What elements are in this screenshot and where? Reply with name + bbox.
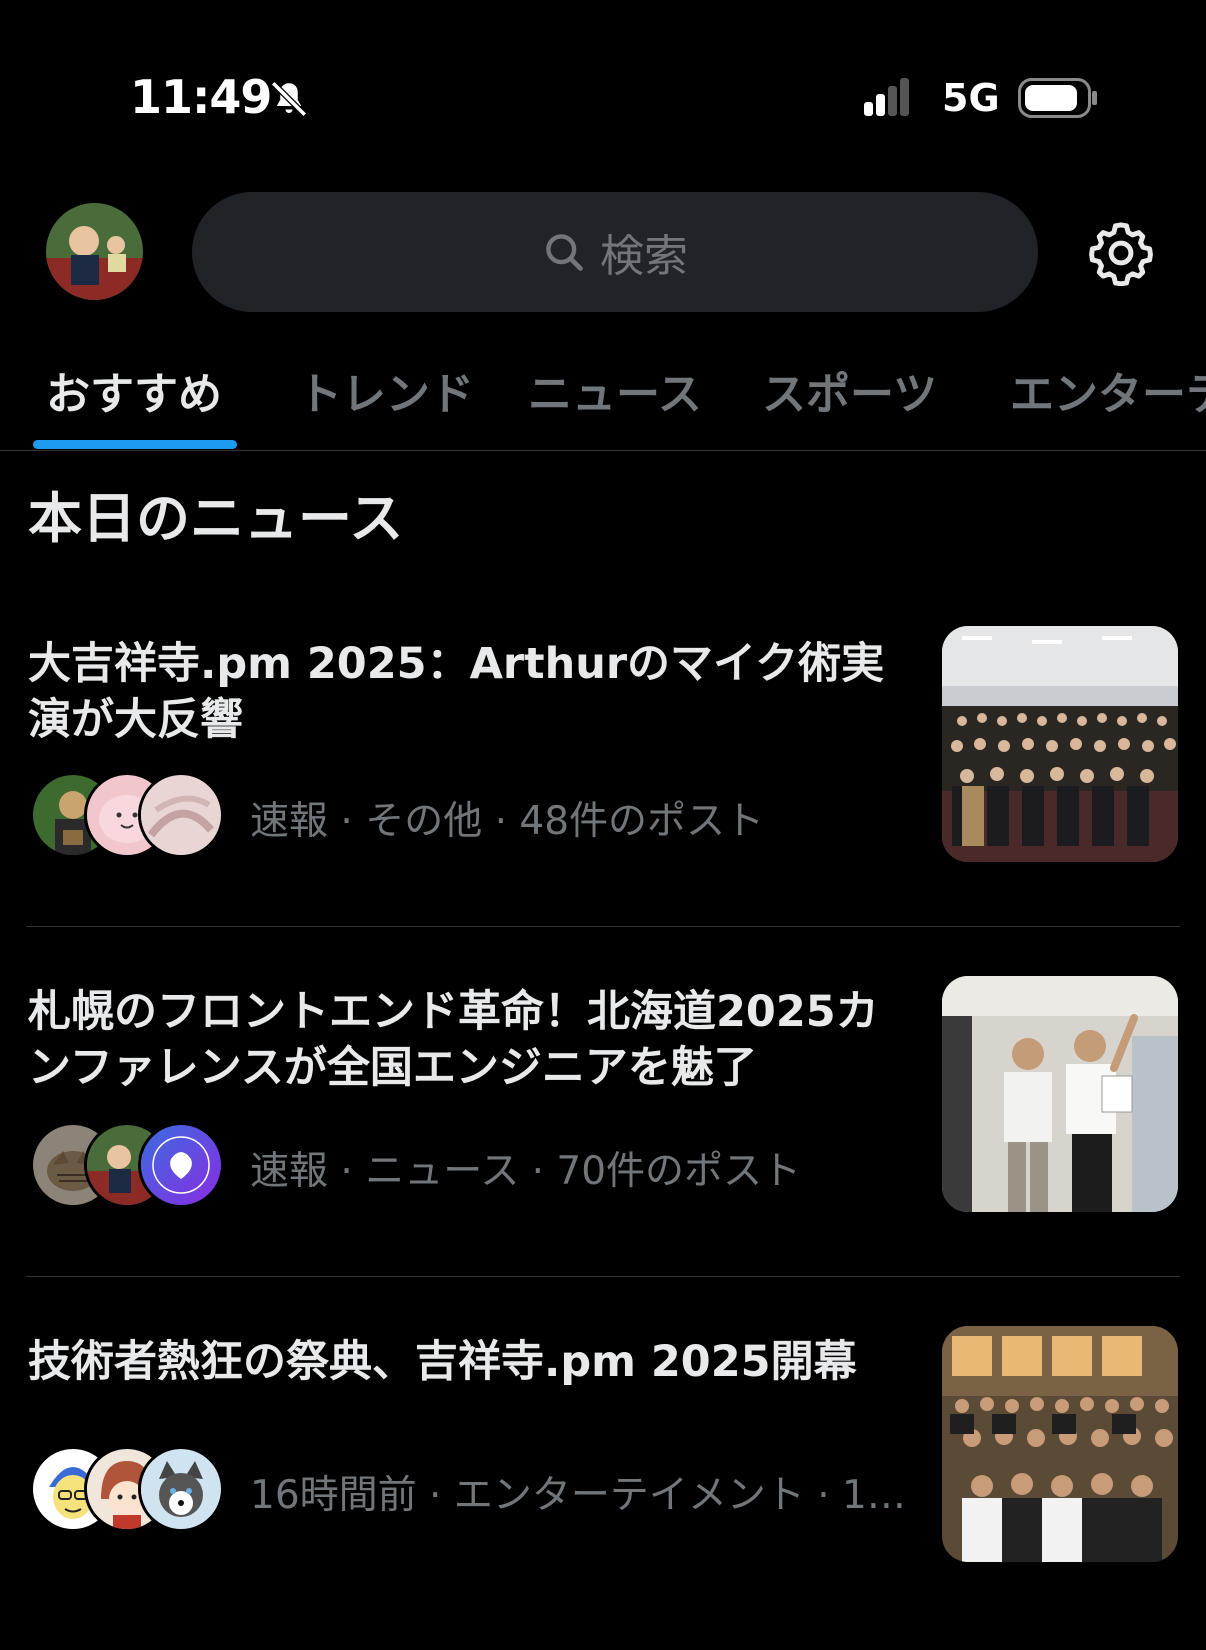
status-bar: 11:49 5G bbox=[0, 0, 1206, 170]
battery-icon bbox=[1018, 78, 1097, 118]
avatar-stack bbox=[30, 1446, 226, 1532]
divider bbox=[26, 1276, 1180, 1277]
avatar bbox=[138, 1446, 224, 1532]
avatar bbox=[138, 772, 224, 858]
tab-recommended[interactable]: おすすめ bbox=[46, 358, 222, 422]
news-item[interactable]: 札幌のフロントエンド革命！北海道2025カンファレンスが全国エンジニアを魅了 速… bbox=[0, 950, 1206, 1300]
news-meta: 速報 · ニュース · 70件のポスト bbox=[250, 1149, 802, 1194]
news-meta: 16時間前 · エンターテイメント · 1… bbox=[250, 1473, 906, 1518]
news-meta: 速報 · その他 · 48件のポスト bbox=[250, 799, 765, 844]
tab-news[interactable]: ニュース bbox=[528, 358, 702, 422]
news-item[interactable]: 技術者熱狂の祭典、吉祥寺.pm 2025開幕 16時間前 · エンターテイメント… bbox=[0, 1300, 1206, 1650]
avatar-stack bbox=[30, 772, 226, 858]
search-placeholder: 検索 bbox=[600, 231, 688, 282]
status-time: 11:49 bbox=[130, 70, 272, 124]
avatar-stack bbox=[30, 1122, 226, 1208]
divider bbox=[26, 926, 1180, 927]
section-title: 本日のニュース bbox=[28, 487, 404, 550]
avatar bbox=[138, 1122, 224, 1208]
news-thumbnail bbox=[942, 1326, 1178, 1562]
news-title: 技術者熱狂の祭典、吉祥寺.pm 2025開幕 bbox=[28, 1337, 857, 1387]
profile-avatar[interactable] bbox=[46, 203, 143, 300]
tab-sports[interactable]: スポーツ bbox=[762, 358, 937, 422]
news-item[interactable]: 大吉祥寺.pm 2025：Arthurのマイク術実演が大反響 速報 · その他 … bbox=[0, 600, 1206, 950]
news-title: 大吉祥寺.pm 2025：Arthurのマイク術実演が大反響 bbox=[28, 639, 885, 745]
news-thumbnail bbox=[942, 976, 1178, 1212]
search-bar[interactable]: 検索 bbox=[192, 192, 1038, 312]
active-tab-indicator bbox=[33, 440, 237, 449]
search-icon bbox=[546, 234, 583, 271]
tab-entertainment[interactable]: エンターテ bbox=[1010, 358, 1206, 422]
news-thumbnail bbox=[942, 626, 1178, 862]
network-type: 5G bbox=[942, 76, 1000, 120]
tab-bar: おすすめ トレンド ニュース スポーツ エンターテ bbox=[0, 338, 1206, 451]
tab-trends[interactable]: トレンド bbox=[298, 358, 474, 422]
bell-off-icon bbox=[271, 81, 307, 117]
signal-icon bbox=[864, 78, 909, 116]
gear-icon[interactable] bbox=[1088, 220, 1154, 286]
news-title: 札幌のフロントエンド革命！北海道2025カンファレンスが全国エンジニアを魅了 bbox=[28, 987, 879, 1093]
